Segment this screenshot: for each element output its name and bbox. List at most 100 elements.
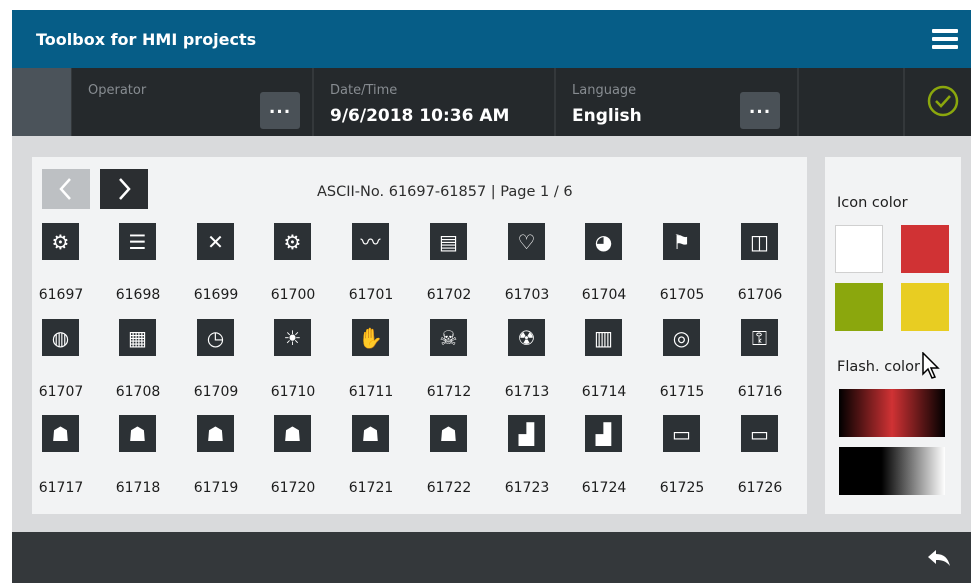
color-swatch-green[interactable] (835, 283, 883, 331)
icon-glyph: ☠ (439, 325, 458, 350)
www-globe-icon[interactable]: ◎ (663, 319, 700, 356)
books-icon[interactable]: ▥ (585, 319, 622, 356)
icon-code-label: 61712 (426, 384, 472, 400)
datetime-value: 9/6/2018 10:36 AM (330, 106, 510, 126)
operator-cell: Operator ... (72, 68, 312, 136)
operator-label: Operator (88, 83, 147, 98)
icon-glyph: ☗ (128, 421, 147, 446)
back-arrow-icon (928, 550, 950, 566)
color-swatch-red[interactable] (901, 225, 949, 273)
datetime-label: Date/Time (330, 83, 398, 98)
icon-code-label: 61717 (38, 480, 84, 496)
worker-icon[interactable]: ☗ (197, 415, 234, 452)
truck-icon[interactable]: ▭ (741, 415, 778, 452)
icon-code-label: 61707 (38, 384, 84, 400)
icon-code-label: 61709 (193, 384, 239, 400)
icon-glyph: ▥ (594, 325, 613, 350)
icon-code-label: 61725 (659, 480, 705, 496)
icon-glyph: ▟ (518, 421, 535, 446)
icon-glyph: ☢ (517, 325, 536, 350)
inbox-document-icon[interactable]: ▤ (430, 223, 467, 260)
color-swatch-yellow[interactable] (901, 283, 949, 331)
radiation-icon[interactable]: ☢ (508, 319, 545, 356)
icon-code-label: 61705 (659, 287, 705, 303)
icon-glyph: ⚿ (751, 325, 768, 350)
chevron-left-icon (59, 178, 71, 200)
next-page-button[interactable] (100, 169, 148, 209)
icon-color-label: Icon color (837, 195, 908, 211)
user-tie-icon[interactable]: ☗ (119, 415, 156, 452)
hand-stop-icon[interactable]: ✋ (352, 319, 389, 356)
user-group-small-icon[interactable]: ☗ (430, 415, 467, 452)
icon-glyph: ✕ (207, 229, 224, 254)
user-group-icon[interactable]: ☗ (352, 415, 389, 452)
gear-icon[interactable]: ⚙ (274, 223, 311, 260)
icon-glyph: ◷ (206, 325, 225, 350)
user-icon[interactable]: ☗ (42, 415, 79, 452)
icon-code-label: 61708 (115, 384, 161, 400)
icon-glyph: ☗ (206, 421, 225, 446)
icon-code-label: 61719 (193, 480, 239, 496)
flash-color-black-white[interactable] (839, 447, 945, 495)
operator-more-button[interactable]: ... (260, 92, 300, 129)
icon-glyph: ☗ (283, 421, 302, 446)
icon-code-label: 61723 (504, 480, 550, 496)
check-circle-icon (927, 85, 959, 117)
icon-glyph: ▟ (595, 421, 612, 446)
icon-glyph: ☗ (439, 421, 458, 446)
icon-glyph: ▭ (672, 421, 691, 446)
icon-code-label: 61720 (270, 480, 316, 496)
pie-chart-icon[interactable]: ◕ (585, 223, 622, 260)
color-swatch-white[interactable] (835, 225, 883, 273)
hmi-window: Toolbox for HMI projects Operator ... Da… (12, 10, 971, 583)
confirm-button[interactable] (905, 68, 971, 136)
icon-code-label: 61718 (115, 480, 161, 496)
sliders-icon[interactable]: ☰ (119, 223, 156, 260)
flash-color-label: Flash. color (837, 359, 920, 375)
icon-code-label: 61713 (504, 384, 550, 400)
calendar-clock-icon[interactable]: ◷ (197, 319, 234, 356)
icon-code-label: 61722 (426, 480, 472, 496)
icon-glyph: ▤ (439, 229, 458, 254)
icon-code-label: 61702 (426, 287, 472, 303)
icon-glyph: ☗ (51, 421, 70, 446)
icon-glyph: ☰ (128, 229, 147, 254)
header-empty-cell (799, 68, 903, 136)
icon-glyph: ☀ (283, 325, 302, 350)
icon-code-label: 61710 (270, 384, 316, 400)
previous-page-button[interactable] (42, 169, 90, 209)
factory-icon[interactable]: ▟ (508, 415, 545, 452)
icon-code-label: 61726 (737, 480, 783, 496)
wrench-screwdriver-icon[interactable]: ✕ (197, 223, 234, 260)
skull-warning-icon[interactable]: ☠ (430, 319, 467, 356)
flash-color-red-black[interactable] (839, 389, 945, 437)
globe-icon[interactable]: ◍ (42, 319, 79, 356)
key-icon[interactable]: ⚿ (741, 319, 778, 356)
sun-cloud-icon[interactable]: ☀ (274, 319, 311, 356)
icon-code-label: 61703 (504, 287, 550, 303)
language-label: Language (572, 83, 637, 98)
line-chart-icon[interactable]: 〰 (352, 223, 389, 260)
user-refresh-icon[interactable]: ☗ (274, 415, 311, 452)
mouse-cursor-icon (922, 352, 940, 379)
flags-icon[interactable]: ⚑ (663, 223, 700, 260)
hamburger-menu-icon[interactable] (932, 29, 958, 49)
icon-glyph: ◎ (672, 325, 691, 350)
header-bar: Operator ... Date/Time 9/6/2018 10:36 AM… (12, 68, 971, 136)
floppy-disk-icon[interactable]: ▭ (663, 415, 700, 452)
icon-glyph: ▦ (128, 325, 147, 350)
icon-glyph: ✋ (358, 325, 383, 350)
icon-browser-panel: ASCII-No. 61697-61857 | Page 1 / 6 ⚙ 6169… (32, 157, 807, 514)
factory-gear-icon[interactable]: ▟ (585, 415, 622, 452)
language-more-button[interactable]: ... (740, 92, 780, 129)
icon-code-label: 61704 (581, 287, 627, 303)
binoculars-icon[interactable]: ◫ (741, 223, 778, 260)
title-bar: Toolbox for HMI projects (12, 10, 971, 68)
stethoscope-icon[interactable]: ♡ (508, 223, 545, 260)
wrench-gear-icon[interactable]: ⚙ (42, 223, 79, 260)
icon-code-label: 61716 (737, 384, 783, 400)
back-button[interactable] (922, 546, 956, 570)
footer-bar (12, 532, 971, 583)
icon-code-label: 61711 (348, 384, 394, 400)
calendar-icon[interactable]: ▦ (119, 319, 156, 356)
